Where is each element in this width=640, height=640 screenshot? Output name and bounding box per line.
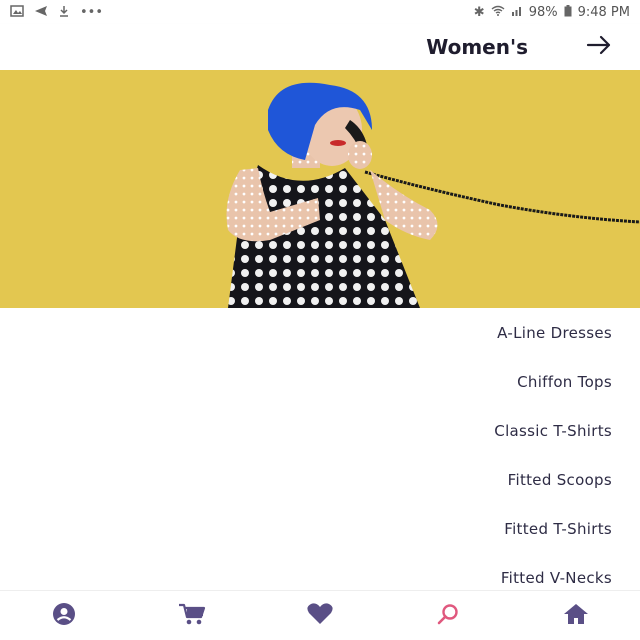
battery-icon [564, 4, 572, 20]
hero-photo [0, 70, 640, 308]
search-icon [436, 602, 460, 630]
status-bar: ••• ✱ 98% 9:48 PM [0, 0, 640, 24]
category-list: A-Line Dresses Chiffon Tops Classic T-Sh… [0, 308, 640, 590]
status-indicators: ✱ 98% 9:48 PM [473, 4, 630, 20]
category-label: A-Line Dresses [497, 323, 612, 342]
category-item-chiffon-tops[interactable]: Chiffon Tops [0, 357, 640, 406]
nav-home[interactable] [546, 594, 606, 638]
battery-level: 98% [528, 4, 558, 20]
category-item-classic-t-shirts[interactable]: Classic T-Shirts [0, 406, 640, 455]
download-notification-icon [58, 5, 70, 20]
category-label: Fitted T-Shirts [504, 519, 612, 538]
page-title: Women's [426, 35, 528, 59]
signal-icon [511, 5, 523, 19]
image-notification-icon [10, 4, 24, 20]
home-icon [562, 602, 590, 630]
cart-icon [178, 602, 206, 630]
hero-banner [0, 70, 640, 308]
nav-favorites[interactable] [290, 594, 350, 638]
bottom-navigation [0, 590, 640, 640]
category-label: Chiffon Tops [517, 372, 612, 391]
app-bar: Women's [0, 24, 640, 70]
more-notifications-icon: ••• [80, 4, 104, 20]
nav-search[interactable] [418, 594, 478, 638]
category-item-fitted-t-shirts[interactable]: Fitted T-Shirts [0, 504, 640, 553]
category-label: Fitted V-Necks [500, 568, 612, 587]
bluetooth-icon: ✱ [473, 4, 485, 20]
send-notification-icon [34, 5, 48, 20]
wifi-icon [491, 5, 505, 19]
back-button[interactable] [584, 33, 614, 61]
heart-icon [306, 602, 334, 630]
arrow-icon [586, 35, 612, 59]
category-item-fitted-v-necks[interactable]: Fitted V-Necks [0, 553, 640, 590]
nav-cart[interactable] [162, 594, 222, 638]
clock: 9:48 PM [577, 4, 630, 20]
account-icon [52, 602, 76, 630]
category-label: Classic T-Shirts [494, 421, 612, 440]
category-item-fitted-scoops[interactable]: Fitted Scoops [0, 455, 640, 504]
status-system-icons: ••• [10, 4, 104, 20]
nav-account[interactable] [34, 594, 94, 638]
category-item-a-line-dresses[interactable]: A-Line Dresses [0, 308, 640, 357]
category-label: Fitted Scoops [507, 470, 612, 489]
